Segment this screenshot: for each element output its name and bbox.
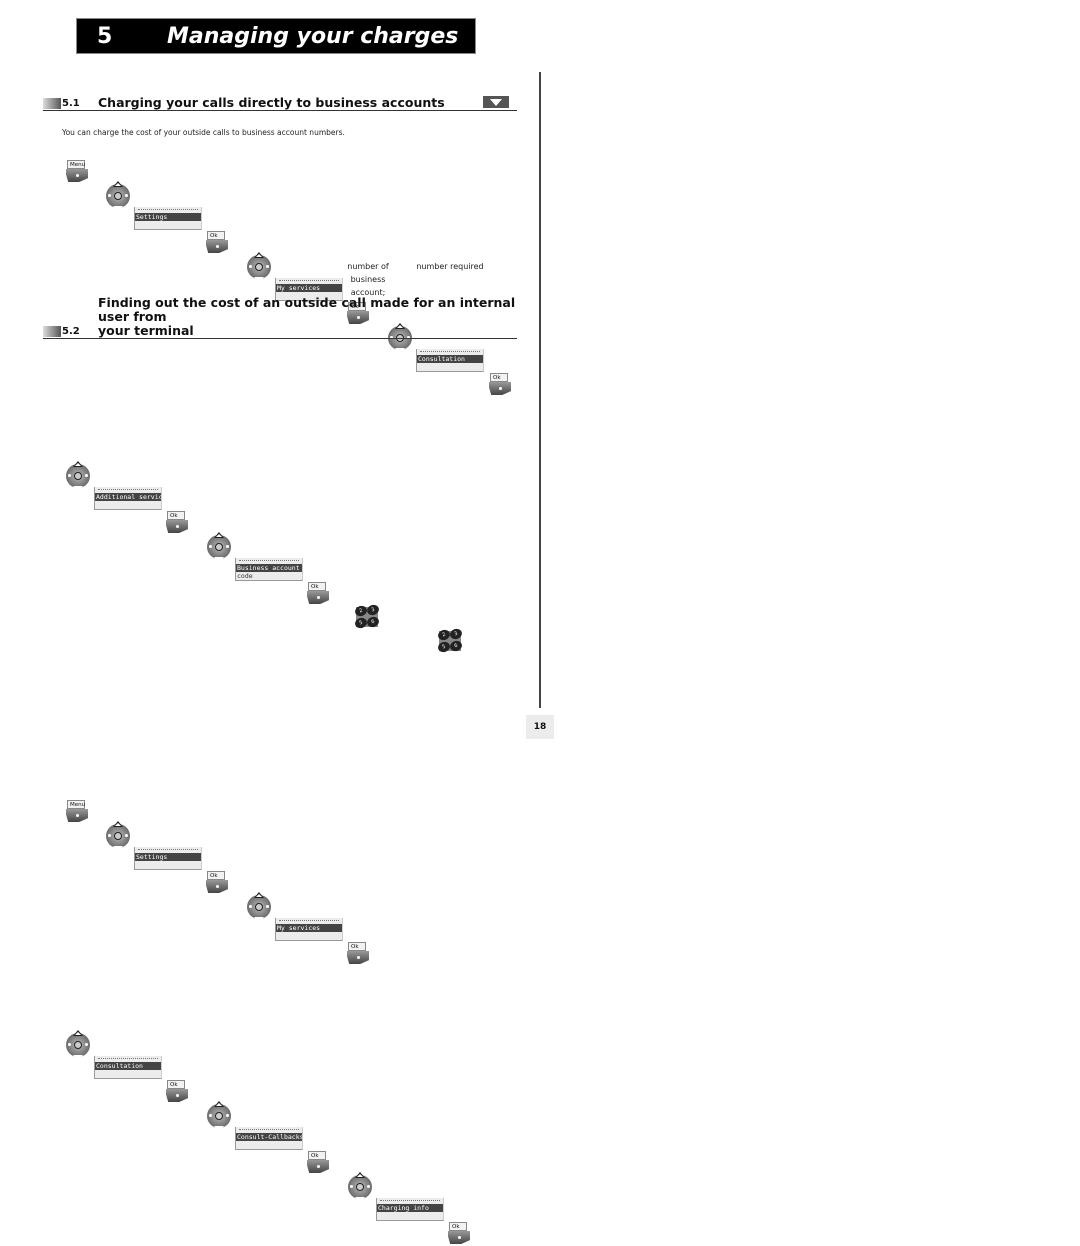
display-screen: Consultation	[416, 349, 484, 372]
display-screen: Charging info	[376, 1198, 444, 1221]
navigator-icon	[247, 252, 271, 283]
navigator-icon	[348, 1172, 372, 1203]
section-5-2-heading: 5.2 Finding out the cost of an outside c…	[43, 296, 517, 339]
ok-key-icon: Ok	[489, 373, 511, 397]
section-marker	[43, 326, 61, 337]
section-title: Charging your calls directly to business…	[98, 95, 445, 110]
section-number: 5.2	[62, 326, 80, 337]
display-screen: Consultation	[94, 1056, 162, 1079]
section-intro: You can charge the cost of your outside …	[62, 128, 345, 137]
display-screen: Settings	[134, 847, 202, 870]
navigator-icon	[106, 181, 130, 212]
display-screen: Consult-Callbacks	[235, 1127, 303, 1150]
display-screen: Business account code	[235, 558, 303, 581]
ok-key-icon: Ok	[166, 511, 188, 535]
navigator-icon	[207, 1101, 231, 1132]
display-screen: My services	[275, 918, 343, 941]
ok-key-icon: Ok	[307, 1151, 329, 1175]
page-number: 18	[526, 715, 554, 739]
continue-down-arrow-icon[interactable]	[483, 96, 509, 108]
ok-key-icon: Ok	[307, 582, 329, 606]
chapter-number: 5	[97, 23, 113, 49]
ok-key-icon: Ok	[448, 1222, 470, 1246]
navigator-icon	[66, 1030, 90, 1061]
display-screen: Additional services	[94, 487, 162, 510]
ok-key-icon: Ok	[347, 942, 369, 966]
navigator-icon	[66, 461, 90, 492]
navigator-icon	[207, 532, 231, 563]
ok-key-icon: Ok	[166, 1080, 188, 1104]
display-screen: Settings	[134, 207, 202, 230]
section-title: Finding out the cost of an outside call …	[98, 295, 516, 338]
navigator-icon	[247, 892, 271, 923]
navigator-icon	[106, 821, 130, 852]
column-divider	[539, 72, 541, 708]
keypad-caption: number required	[416, 262, 484, 271]
chapter-title: Managing your charges	[167, 23, 459, 49]
section-number: 5.1	[62, 98, 80, 109]
menu-key-icon: Menu	[66, 160, 88, 184]
keypad-icon: 2 3 5 6	[353, 603, 381, 630]
section-5-1-heading: 5.1 Charging your calls directly to busi…	[43, 94, 517, 111]
keypad-caption: number of business account;	[347, 262, 389, 297]
ok-key-icon: Ok	[206, 231, 228, 255]
section-marker	[43, 98, 61, 109]
keypad-icon: 2 3 5 6	[436, 627, 464, 654]
ok-key-icon: Ok	[206, 871, 228, 895]
menu-key-icon: Menu	[66, 800, 88, 824]
chapter-banner: 5 Managing your charges	[76, 18, 476, 54]
